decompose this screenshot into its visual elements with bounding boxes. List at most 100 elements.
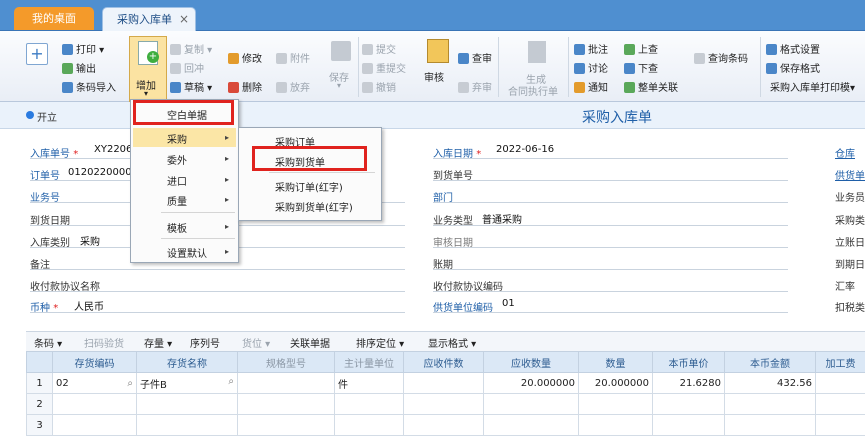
cell-due-qty[interactable]: 20.000000 <box>484 373 579 394</box>
cell-pieces[interactable] <box>404 373 484 394</box>
withdraw-button[interactable]: 撤销 <box>362 79 396 94</box>
modify-button[interactable]: 修改 <box>228 50 262 65</box>
paperclip-icon[interactable]: ⌕ <box>127 378 133 389</box>
cell-spec[interactable] <box>238 415 335 436</box>
inbound-date-field[interactable]: 2022-06-16 <box>496 144 554 155</box>
col-header-qty[interactable]: 数量 <box>579 352 653 373</box>
cell-code[interactable] <box>53 394 137 415</box>
next-query-button[interactable]: 下查 <box>624 60 658 75</box>
cell-spec[interactable] <box>238 394 335 415</box>
cell-name[interactable]: 子件B⌕ <box>137 373 238 394</box>
resubmit-button[interactable]: 重提交 <box>362 60 406 75</box>
write-back-button[interactable]: 回冲 <box>170 60 204 75</box>
cell-price[interactable] <box>653 415 725 436</box>
col-header-unit[interactable]: 主计量单位 <box>335 352 404 373</box>
audit-button[interactable]: 审核 <box>420 37 454 95</box>
display-format-menu[interactable]: 显示格式 ▾ <box>428 335 476 350</box>
discuss-button[interactable]: 讨论 <box>574 60 608 75</box>
tab-purchase-inbound[interactable]: 采购入库单 × <box>102 7 196 31</box>
cell-price[interactable] <box>653 394 725 415</box>
cell-fee[interactable] <box>816 373 865 394</box>
export-button[interactable]: 输出 <box>62 60 96 75</box>
cell-qty[interactable] <box>579 394 653 415</box>
cell-amount[interactable] <box>725 394 816 415</box>
menu-item-po-red[interactable]: 采购订单(红字) <box>275 179 343 194</box>
menu-item-purchase[interactable]: 采购 ▸ <box>133 128 236 147</box>
plus-icon[interactable]: + <box>26 43 48 65</box>
col-header-name[interactable]: 存货名称 <box>137 352 238 373</box>
abandon-button[interactable]: 放弃 <box>276 79 310 94</box>
submit-button[interactable]: 提交 <box>362 41 396 56</box>
annotate-button[interactable]: 批注 <box>574 41 608 56</box>
cell-name[interactable] <box>137 394 238 415</box>
print-template-select[interactable]: 采购入库单打印模▾ <box>770 79 855 94</box>
menu-item-default-settings[interactable]: 设置默认 <box>167 245 207 260</box>
save-button[interactable]: 保存 ▾ <box>324 39 358 97</box>
cell-price[interactable]: 21.6280 <box>653 373 725 394</box>
cell-fee[interactable] <box>816 394 865 415</box>
biz-type-field[interactable]: 普通采购 <box>482 211 522 226</box>
col-header-fee[interactable]: 加工费 <box>816 352 865 373</box>
currency-field[interactable]: 人民币 <box>74 298 104 313</box>
col-header-spec[interactable]: 规格型号 <box>238 352 335 373</box>
barcode-import-button[interactable]: 条码导入 <box>62 79 116 94</box>
table-row[interactable]: 1 02⌕ 子件B⌕ 件 20.000000 20.000000 21.6280… <box>27 373 865 394</box>
cell-due-qty[interactable] <box>484 415 579 436</box>
location-menu[interactable]: 货位 ▾ <box>242 335 270 350</box>
cell-unit[interactable] <box>335 415 404 436</box>
col-header-price[interactable]: 本币单价 <box>653 352 725 373</box>
link-doc-button[interactable]: 关联单据 <box>290 335 330 350</box>
draft-button[interactable]: 草稿 ▾ <box>170 79 212 94</box>
add-button[interactable]: + 增加 ▾ <box>129 36 167 102</box>
scan-check-button[interactable]: 扫码验货 <box>84 335 124 350</box>
table-row[interactable]: 2 <box>27 394 865 415</box>
query-barcode-button[interactable]: 查询条码 <box>694 50 748 65</box>
cell-name[interactable] <box>137 415 238 436</box>
paperclip-icon[interactable]: ⌕ <box>228 376 234 387</box>
menu-item-outsource[interactable]: 委外 <box>167 152 187 167</box>
format-settings-button[interactable]: 格式设置 <box>766 41 820 56</box>
cell-qty[interactable]: 20.000000 <box>579 373 653 394</box>
cell-qty[interactable] <box>579 415 653 436</box>
generate-contract-button[interactable]: 生成 合同执行单 <box>506 39 568 97</box>
discard-audit-button[interactable]: 弃审 <box>458 79 492 94</box>
cell-unit[interactable]: 件 <box>335 373 404 394</box>
serial-button[interactable]: 序列号 <box>190 335 220 350</box>
delete-button[interactable]: 删除 <box>228 79 262 94</box>
whole-link-button[interactable]: 整单关联 <box>624 79 678 94</box>
col-header-pieces[interactable]: 应收件数 <box>404 352 484 373</box>
cell-spec[interactable] <box>238 373 335 394</box>
supplier-code-field[interactable]: 01 <box>502 298 515 309</box>
sort-position-menu[interactable]: 排序定位 ▾ <box>356 335 404 350</box>
cell-amount[interactable] <box>725 415 816 436</box>
lookup-button[interactable]: 查审 <box>458 50 492 65</box>
table-row[interactable]: 3 <box>27 415 865 436</box>
copy-button[interactable]: 复制 ▾ <box>170 41 212 56</box>
menu-item-import[interactable]: 进口 <box>167 173 187 188</box>
tab-desktop[interactable]: 我的桌面 <box>14 7 94 30</box>
cell-pieces[interactable] <box>404 415 484 436</box>
cell-unit[interactable] <box>335 394 404 415</box>
menu-item-quality[interactable]: 质量 <box>167 193 187 208</box>
col-header-code[interactable]: 存货编码 <box>53 352 137 373</box>
cell-pieces[interactable] <box>404 394 484 415</box>
menu-item-template[interactable]: 模板 <box>167 220 187 235</box>
prev-query-button[interactable]: 上查 <box>624 41 658 56</box>
cell-fee[interactable] <box>816 415 865 436</box>
printer-icon <box>62 44 73 55</box>
cell-code[interactable] <box>53 415 137 436</box>
col-header-due-qty[interactable]: 应收数量 <box>484 352 579 373</box>
cell-amount[interactable]: 432.56 <box>725 373 816 394</box>
print-button[interactable]: 打印 ▾ <box>62 41 104 56</box>
close-icon[interactable]: × <box>179 8 189 31</box>
stock-menu[interactable]: 存量 ▾ <box>144 335 172 350</box>
inbound-type-field[interactable]: 采购 <box>80 233 100 248</box>
notify-button[interactable]: 通知 <box>574 79 608 94</box>
menu-item-arrival-red[interactable]: 采购到货单(红字) <box>275 199 353 214</box>
col-header-amount[interactable]: 本币金额 <box>725 352 816 373</box>
cell-code[interactable]: 02⌕ <box>53 373 137 394</box>
save-format-button[interactable]: 保存格式 <box>766 60 820 75</box>
cell-due-qty[interactable] <box>484 394 579 415</box>
barcode-menu[interactable]: 条码 ▾ <box>34 335 62 350</box>
attach-button[interactable]: 附件 <box>276 50 310 65</box>
